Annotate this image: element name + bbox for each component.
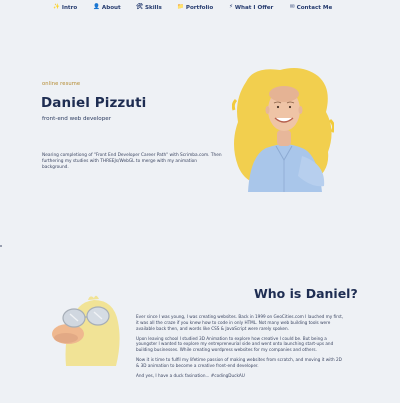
hero-kicker: online resume — [42, 81, 81, 87]
envelope-icon: ✉ — [290, 4, 295, 11]
nav-link-what-i-offer[interactable]: ⚡ What I Offer — [229, 5, 273, 11]
nav-link-about[interactable]: 👤 About — [93, 5, 121, 11]
section-title-who: Who is Daniel? — [254, 286, 358, 301]
who-paragraph: Now it is time to fulfil my lifetime pas… — [136, 357, 342, 368]
nav-link-skills[interactable]: 🛠 Skills — [136, 5, 162, 11]
nav-link-label: About — [101, 5, 121, 11]
who-paragraph: Ever since I was young, I was creating w… — [136, 314, 344, 331]
who-paragraph: And yes, I have a duck fasination... #co… — [136, 372, 245, 378]
sparkle-icon: ✨ — [53, 4, 60, 11]
person-icon: 👤 — [93, 4, 100, 11]
duck-illustration — [52, 295, 120, 366]
nav-link-label: Skills — [144, 5, 162, 11]
nav-link-label: Intro — [61, 5, 78, 11]
hero-name: Daniel Pizzuti — [41, 95, 147, 111]
profile-portrait — [232, 68, 334, 192]
lightning-icon: ⚡ — [229, 4, 233, 11]
who-paragraph: Upon leaving school I studied 3D Animati… — [136, 335, 334, 353]
nav-link-label: Contact Me — [296, 5, 333, 11]
who-body: Ever since I was young, I was creating w… — [136, 314, 346, 383]
nav-link-contact-me[interactable]: ✉ Contact Me — [290, 5, 332, 11]
nav-link-portfolio[interactable]: 📁 Portfolio — [177, 5, 213, 11]
hero-blurb: Nearing completiong of "Front End Develo… — [42, 153, 222, 170]
tools-icon: 🛠 — [136, 4, 143, 11]
nav-link-intro[interactable]: ✨ Intro — [53, 5, 77, 11]
nav-link-label: What I Offer — [234, 5, 274, 11]
main-nav: ✨ Intro 👤 About 🛠 Skills 📁 Portfolio ⚡ W… — [0, 5, 400, 19]
hero-role: front-end web developer — [42, 116, 111, 122]
folder-icon: 📁 — [177, 4, 184, 11]
scroll-marker — [0, 245, 2, 247]
nav-link-label: Portfolio — [185, 5, 214, 11]
